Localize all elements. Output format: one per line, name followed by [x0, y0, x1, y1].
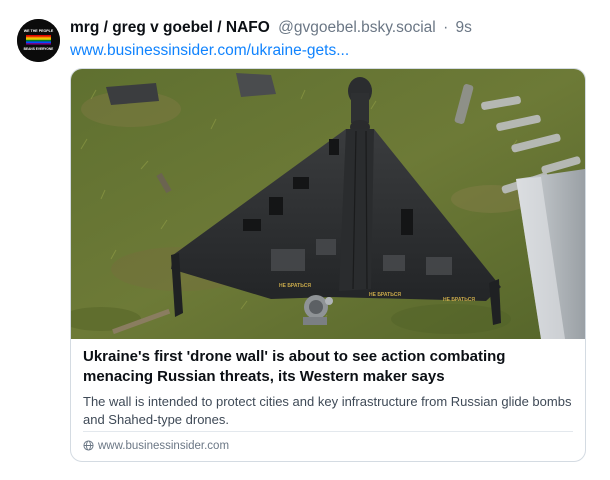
card-thumbnail[interactable]: НЕ БРАТЬСЯ НЕ БРАТЬСЯ НЕ БРАТЬСЯ: [71, 69, 585, 339]
post-link[interactable]: www.businessinsider.com/ukraine-gets...: [70, 40, 349, 62]
card-description: The wall is intended to protect cities a…: [83, 394, 572, 427]
avatar-image: WE THE PEOPLE BEANS EVERYONE: [17, 19, 60, 62]
author-handle[interactable]: @gvgoebel.bsky.social: [278, 19, 436, 36]
card-title[interactable]: Ukraine's first 'drone wall' is about to…: [83, 347, 573, 387]
drone-photo: НЕ БРАТЬСЯ НЕ БРАТЬСЯ НЕ БРАТЬСЯ: [71, 69, 585, 339]
card-divider: [83, 431, 573, 432]
separator-dot: ·: [443, 19, 449, 36]
avatar[interactable]: WE THE PEOPLE BEANS EVERYONE: [17, 19, 60, 62]
post: WE THE PEOPLE BEANS EVERYONE mrg / greg …: [0, 0, 610, 480]
card-body: Ukraine's first 'drone wall' is about to…: [83, 347, 573, 428]
card-domain: www.businessinsider.com: [83, 438, 229, 454]
svg-text:НЕ БРАТЬСЯ: НЕ БРАТЬСЯ: [443, 297, 475, 303]
avatar-text-top: WE THE PEOPLE: [24, 29, 54, 33]
card-domain-text: www.businessinsider.com: [98, 440, 230, 452]
post-header: mrg / greg v goebel / NAFO @gvgoebel.bsk…: [70, 17, 472, 39]
author-display-name[interactable]: mrg / greg v goebel / NAFO: [70, 19, 270, 36]
svg-text:НЕ БРАТЬСЯ: НЕ БРАТЬСЯ: [369, 292, 401, 298]
post-timestamp[interactable]: 9s: [456, 19, 472, 36]
avatar-text-bottom: BEANS EVERYONE: [24, 47, 54, 51]
link-preview-card[interactable]: НЕ БРАТЬСЯ НЕ БРАТЬСЯ НЕ БРАТЬСЯ Ukraine…: [70, 68, 586, 462]
globe-icon: [83, 440, 94, 451]
svg-text:НЕ БРАТЬСЯ: НЕ БРАТЬСЯ: [279, 283, 311, 289]
